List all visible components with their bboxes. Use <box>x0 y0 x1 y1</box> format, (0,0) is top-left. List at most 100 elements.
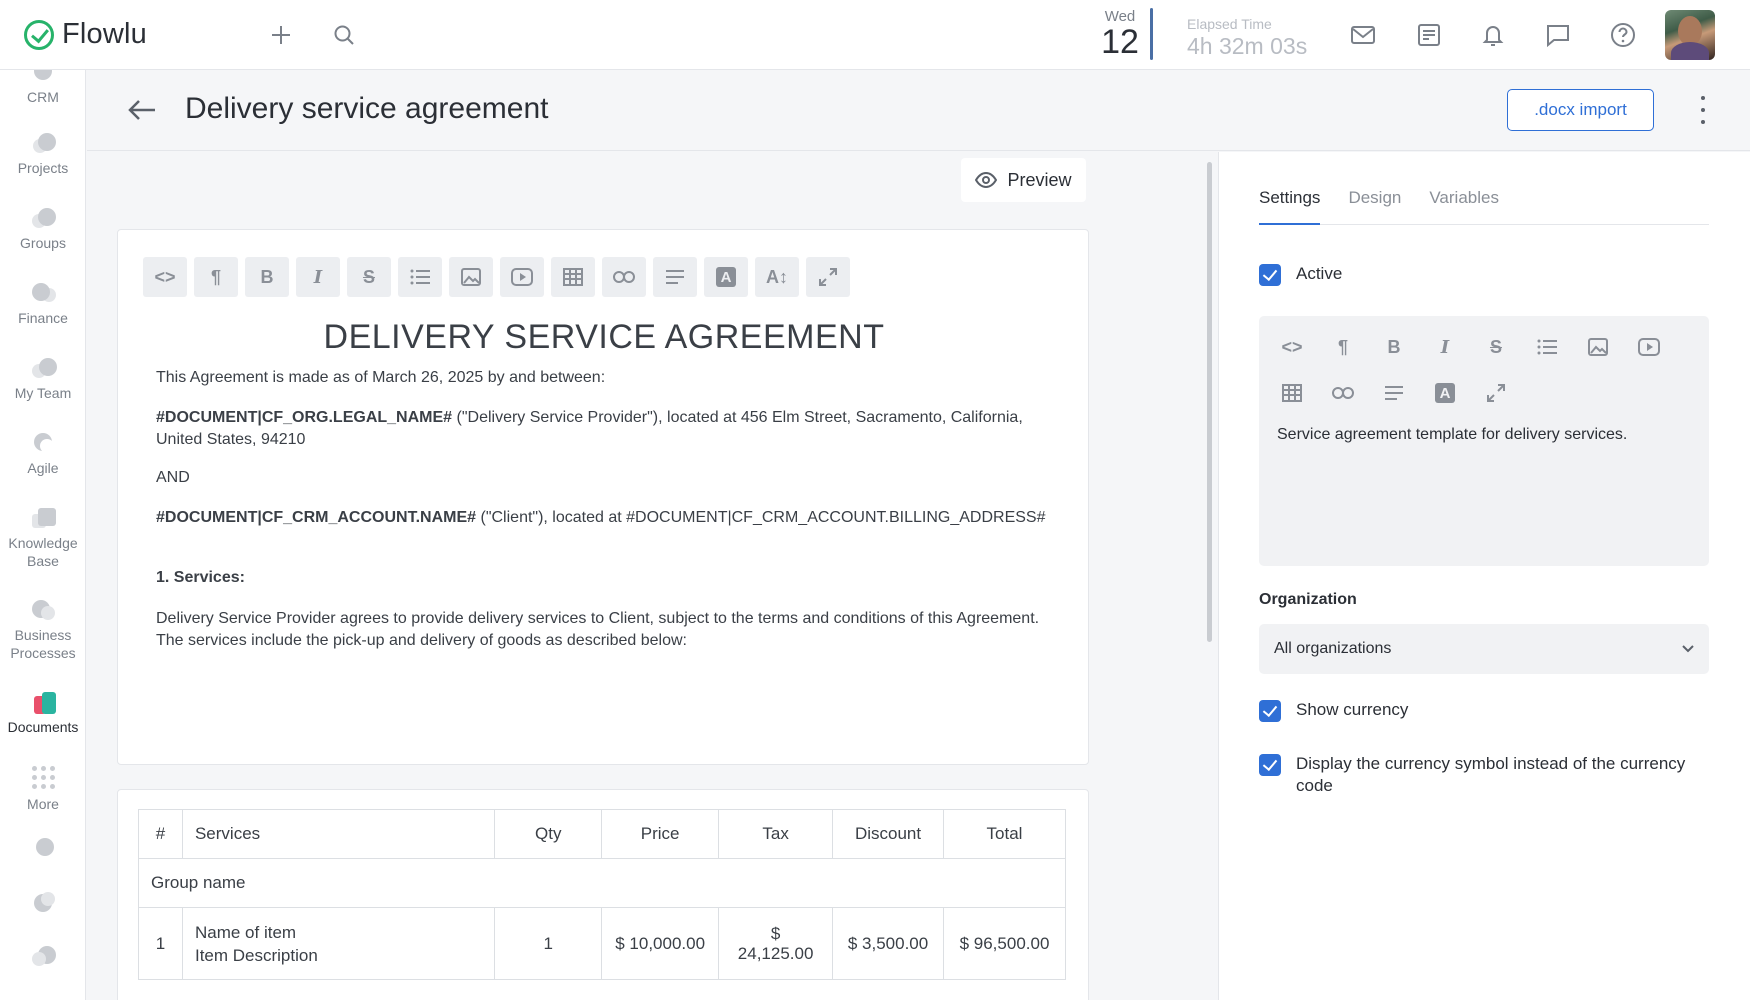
paragraph-icon[interactable]: ¶ <box>1324 328 1362 366</box>
elapsed-time-value: 4h 32m 03s <box>1187 33 1308 59</box>
fullscreen-icon[interactable] <box>806 257 850 297</box>
preview-button[interactable]: Preview <box>961 158 1086 202</box>
add-icon[interactable] <box>266 20 296 50</box>
description-editor[interactable]: <> ¶ B I S A Service agreement template … <box>1259 316 1709 566</box>
sidebar-settings-button[interactable] <box>0 892 85 918</box>
tab-design[interactable]: Design <box>1348 186 1401 225</box>
organization-select[interactable]: All organizations <box>1259 624 1709 674</box>
video-icon[interactable] <box>1630 328 1668 366</box>
sidebar-item-documents[interactable]: Documents <box>0 692 85 736</box>
tab-settings[interactable]: Settings <box>1259 186 1321 225</box>
description-toolbar: <> ¶ B I S A <box>1273 328 1693 412</box>
show-currency-label: Show currency <box>1296 700 1409 719</box>
elapsed-time[interactable]: Elapsed Time 4h 32m 03s <box>1187 16 1307 60</box>
chat-icon[interactable] <box>1543 20 1573 50</box>
user-avatar[interactable] <box>1665 10 1715 60</box>
code-view-icon[interactable]: <> <box>143 257 187 297</box>
agile-icon <box>30 433 56 455</box>
table-icon[interactable] <box>551 257 595 297</box>
document-body-card[interactable]: <> ¶ B I S A A↕ DELIVERY SERVICE AGREEME… <box>117 229 1089 765</box>
group-name: Group name <box>138 858 1066 908</box>
left-sidebar: CRM Projects Groups Finance My Team Agil… <box>0 70 86 1000</box>
qty-cell: 1 <box>494 907 603 980</box>
docx-import-button[interactable]: .docx import <box>1507 89 1654 131</box>
sidebar-item-my-team[interactable]: My Team <box>0 358 85 402</box>
currency-symbol-checkbox[interactable] <box>1259 754 1281 776</box>
discount-cell: $ 3,500.00 <box>832 907 945 980</box>
document-paragraph: This Agreement is made as of March 26, 2… <box>156 369 606 386</box>
team-icon <box>30 358 57 380</box>
text-color-icon[interactable]: A <box>704 257 748 297</box>
image-icon[interactable] <box>1579 328 1617 366</box>
sidebar-item-label: Groups <box>20 235 66 251</box>
sidebar-item-crm[interactable]: CRM <box>0 70 85 106</box>
code-view-icon[interactable]: <> <box>1273 328 1311 366</box>
sidebar-item-agile[interactable]: Agile <box>0 433 85 477</box>
sidebar-item-more[interactable]: More <box>0 766 85 813</box>
app-logo[interactable]: Flowlu <box>24 18 147 51</box>
sidebar-item-business-processes[interactable]: Business Processes <box>0 600 85 662</box>
crm-icon <box>30 70 56 84</box>
item-name: Name of item <box>194 922 297 942</box>
table-row: 1 Name of item Item Description 1 $ 10,0… <box>138 907 1066 980</box>
sidebar-item-projects[interactable]: Projects <box>0 133 85 177</box>
more-options-icon[interactable] <box>1699 96 1707 124</box>
italic-icon[interactable]: I <box>296 257 340 297</box>
bold-icon[interactable]: B <box>1375 328 1413 366</box>
table-group-row: Group name <box>138 858 1066 908</box>
column-header: Discount <box>832 809 945 859</box>
row-number: 1 <box>138 907 183 980</box>
show-currency-checkbox[interactable] <box>1259 700 1281 722</box>
editor-scrollbar[interactable] <box>1207 162 1212 642</box>
editor-toolbar: <> ¶ B I S A A↕ <box>143 257 850 297</box>
back-arrow-icon[interactable] <box>127 97 157 129</box>
mail-icon[interactable] <box>1348 20 1378 50</box>
bell-icon[interactable] <box>1478 20 1508 50</box>
sidebar-item-groups[interactable]: Groups <box>0 208 85 252</box>
sidebar-item-knowledge-base[interactable]: Knowledge Base <box>0 508 85 570</box>
align-icon[interactable] <box>653 257 697 297</box>
strikethrough-icon[interactable]: S <box>347 257 391 297</box>
document-paragraph: #DOCUMENT|CF_ORG.LEGAL_NAME# ("Delivery … <box>156 407 1056 451</box>
notes-icon[interactable] <box>1414 20 1444 50</box>
strikethrough-icon[interactable]: S <box>1477 328 1515 366</box>
price-cell: $ 10,000.00 <box>601 907 720 980</box>
template-variable: #DOCUMENT|CF_ORG.LEGAL_NAME# <box>156 409 453 426</box>
text-color-icon[interactable]: A <box>1426 374 1464 412</box>
sidebar-feedback-button[interactable] <box>0 946 85 972</box>
image-icon[interactable] <box>449 257 493 297</box>
sidebar-item-label: Finance <box>18 310 68 326</box>
paragraph-text: ("Client"), located at #DOCUMENT|CF_CRM_… <box>476 509 1046 526</box>
document-paragraph: #DOCUMENT|CF_CRM_ACCOUNT.NAME# ("Client"… <box>156 507 1056 529</box>
italic-icon[interactable]: I <box>1426 328 1464 366</box>
show-currency-row[interactable]: Show currency <box>1259 699 1709 722</box>
sidebar-item-label: Knowledge Base <box>8 535 78 569</box>
active-checkbox[interactable] <box>1259 264 1281 286</box>
search-icon[interactable] <box>329 20 359 50</box>
knowledge-base-icon <box>30 508 56 530</box>
active-checkbox-row[interactable]: Active <box>1259 263 1709 286</box>
tab-variables[interactable]: Variables <box>1429 186 1499 225</box>
link-icon[interactable] <box>602 257 646 297</box>
business-processes-icon <box>30 600 56 622</box>
bold-icon[interactable]: B <box>245 257 289 297</box>
font-size-icon[interactable]: A↕ <box>755 257 799 297</box>
total-cell: $ 96,500.00 <box>943 907 1066 980</box>
paragraph-icon[interactable]: ¶ <box>194 257 238 297</box>
align-icon[interactable] <box>1375 374 1413 412</box>
bullet-list-icon[interactable] <box>1528 328 1566 366</box>
video-icon[interactable] <box>500 257 544 297</box>
link-icon[interactable] <box>1324 374 1362 412</box>
fullscreen-icon[interactable] <box>1477 374 1515 412</box>
current-date: Wed 12 <box>1100 8 1140 59</box>
sidebar-item-label: My Team <box>14 385 72 401</box>
items-table-card[interactable]: # Services Qty Price Tax Discount Total … <box>117 789 1089 1000</box>
sidebar-plugin-icon-button[interactable] <box>0 838 85 864</box>
tax-cell: $ 24,125.00 <box>718 907 834 980</box>
currency-symbol-row[interactable]: Display the currency symbol instead of t… <box>1259 753 1709 797</box>
bullet-list-icon[interactable] <box>398 257 442 297</box>
section-heading: 1. Services: <box>156 569 245 586</box>
sidebar-item-finance[interactable]: Finance <box>0 283 85 327</box>
table-icon[interactable] <box>1273 374 1311 412</box>
help-icon[interactable] <box>1608 20 1638 50</box>
